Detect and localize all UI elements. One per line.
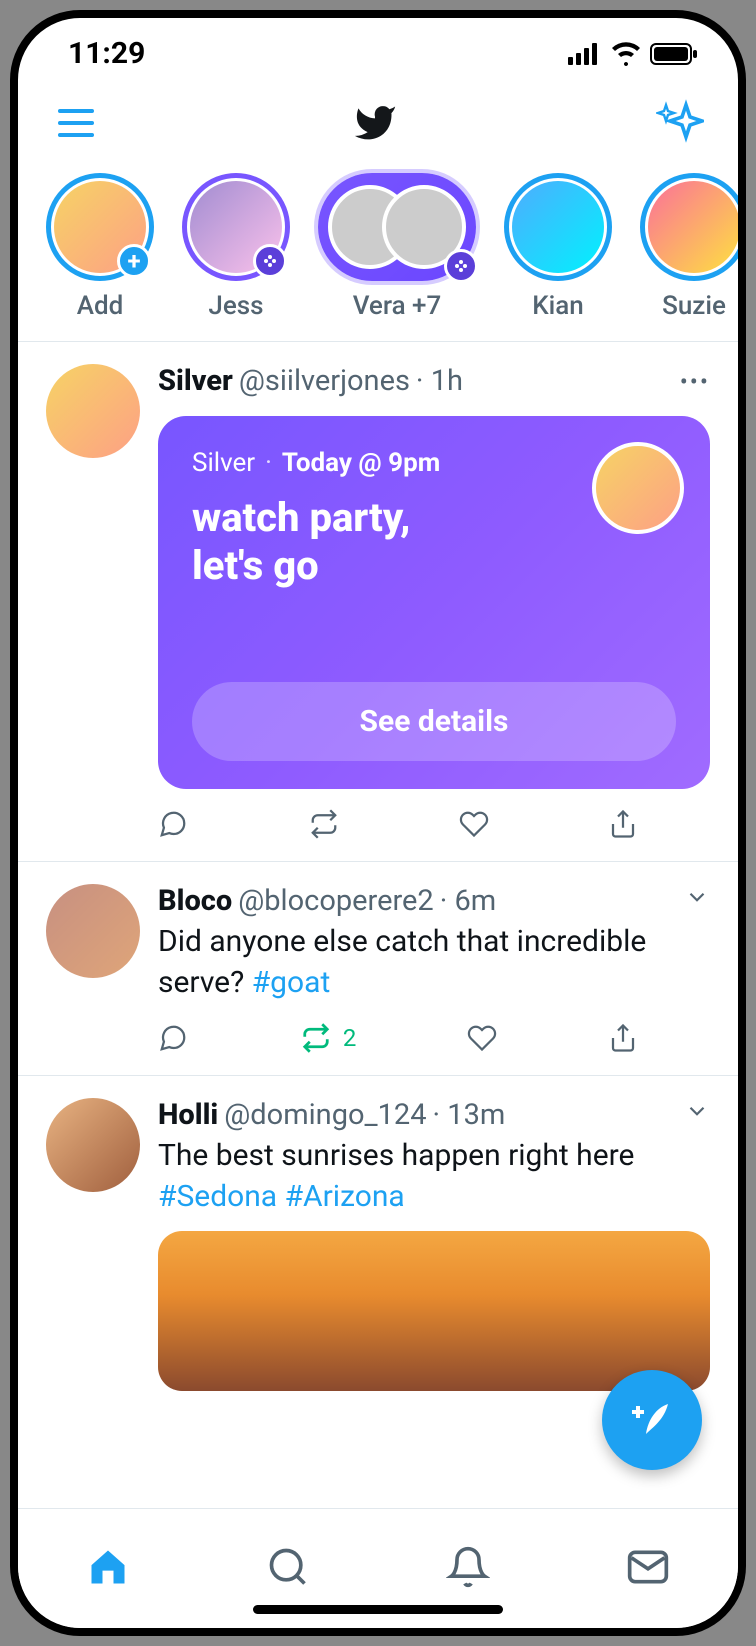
tweet-header: Silver @siilverjones · 1h ••• [158,364,710,398]
status-icons [568,42,698,66]
tweet-handle[interactable]: @blocoperere2 [238,884,433,918]
wifi-icon [610,42,642,66]
feed[interactable]: Silver @siilverjones · 1h ••• Silver · T… [18,342,738,1508]
avatar[interactable] [46,364,140,458]
plus-icon: + [117,244,151,278]
like-button[interactable] [467,1023,497,1053]
tweet-name[interactable]: Holli [158,1098,218,1132]
tab-messages[interactable] [626,1545,670,1593]
tweet-handle[interactable]: @siilverjones [239,364,410,398]
avatar [648,181,738,273]
cellular-icon [568,43,602,65]
tweet-text: Did anyone else catch that incredible se… [158,922,710,1003]
home-indicator[interactable] [253,1605,503,1614]
space-icon [253,244,287,278]
status-bar: 11:29 [18,18,738,81]
menu-button[interactable] [58,109,94,137]
phone-frame: 11:29 + Add [10,10,746,1636]
tweet[interactable]: Holli @domingo_124 · 13m The best sunris… [18,1076,738,1413]
tweet[interactable]: Silver @siilverjones · 1h ••• Silver · T… [18,342,738,862]
retweet-button[interactable]: 2 [299,1023,357,1053]
tab-home[interactable] [86,1545,130,1593]
retweet-count: 2 [343,1024,357,1052]
tweet-time: · 6m [440,884,497,918]
tweet-header: Bloco @blocoperere2 · 6m [158,884,710,918]
tweet-header: Holli @domingo_124 · 13m [158,1098,710,1132]
card-host: Silver [192,448,255,478]
avatar [592,442,684,534]
hashtag[interactable]: #goat [252,965,331,1000]
tweet-media[interactable] [158,1231,710,1391]
card-when: Today @ 9pm [282,448,440,478]
app-header [18,81,738,169]
tweet-more-button[interactable]: ••• [680,368,710,396]
share-button[interactable] [608,1023,638,1053]
see-details-button[interactable]: See details [192,682,676,761]
tab-notifications[interactable] [446,1545,490,1593]
twitter-logo-icon [348,101,402,145]
tweet-time: · 13m [433,1098,506,1132]
tweet-handle[interactable]: @domingo_124 [224,1098,426,1132]
tweet-time: · 1h [416,364,463,398]
reply-button[interactable] [158,809,188,839]
fleet-item[interactable]: Kian [504,173,612,321]
space-icon [444,249,478,283]
fleet-space[interactable]: Vera +7 [318,173,476,321]
chevron-down-icon[interactable] [684,884,710,918]
fleet-label: Jess [208,291,263,321]
fleet-add[interactable]: + Add [46,173,154,321]
tweet[interactable]: Bloco @blocoperere2 · 6m Did anyone else… [18,862,738,1076]
battery-icon [650,42,698,66]
share-button[interactable] [608,809,638,839]
reply-button[interactable] [158,1023,188,1053]
avatar[interactable] [46,1098,140,1192]
tweet-name[interactable]: Silver [158,364,233,398]
fleet-label: Kian [532,291,584,321]
fleet-item[interactable]: Jess [182,173,290,321]
compose-button[interactable] [602,1370,702,1470]
fleet-label: Add [77,291,124,321]
status-time: 11:29 [68,36,145,71]
tweet-actions: 2 [158,1023,638,1053]
chevron-down-icon[interactable] [684,1098,710,1132]
space-card[interactable]: Silver · Today @ 9pm watch party, let's … [158,416,710,789]
avatar [512,181,604,273]
retweet-button[interactable] [307,809,341,839]
hashtag[interactable]: #Arizona [285,1179,405,1214]
like-button[interactable] [459,809,489,839]
fleet-label: Vera +7 [353,291,442,321]
tweet-actions [158,809,638,839]
tweet-text: The best sunrises happen right here #Sed… [158,1136,710,1217]
sparkle-button[interactable] [656,99,704,147]
fleets-row[interactable]: + Add Jess Vera +7 [18,169,738,342]
hashtag[interactable]: #Sedona [158,1179,277,1214]
fleet-label: Suzie [662,291,726,321]
avatar[interactable] [46,884,140,978]
tweet-name[interactable]: Bloco [158,884,232,918]
tab-search[interactable] [266,1545,310,1593]
fleet-item[interactable]: Suzie [640,173,738,321]
